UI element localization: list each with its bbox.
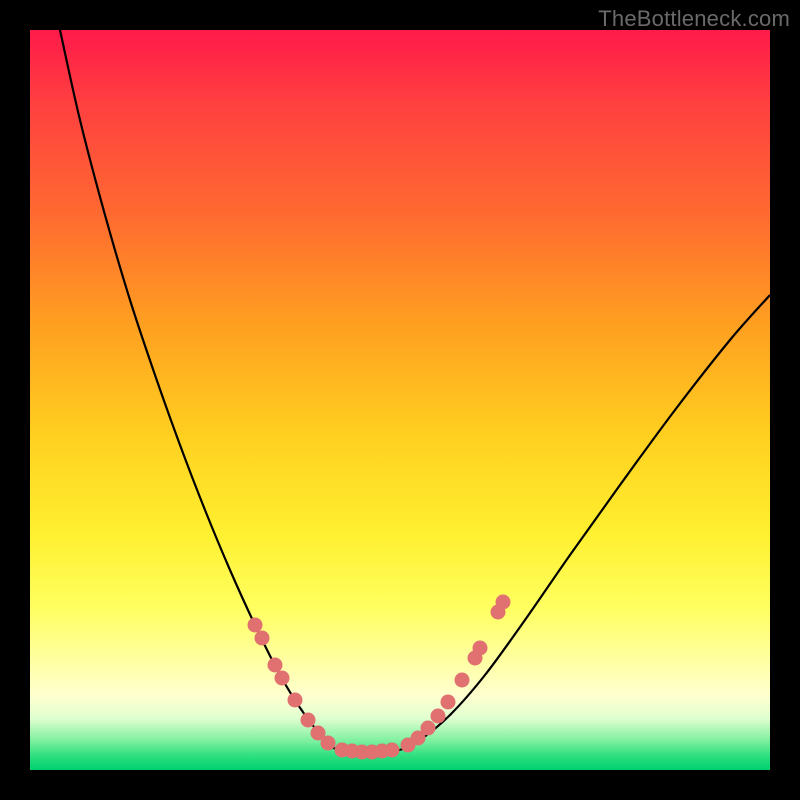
data-dot (385, 743, 400, 758)
data-dot (321, 736, 336, 751)
curve-left (60, 30, 340, 750)
watermark-text: TheBottleneck.com (598, 6, 790, 32)
data-dot (248, 618, 263, 633)
data-dot (301, 713, 316, 728)
chart-frame: TheBottleneck.com (0, 0, 800, 800)
data-dot (255, 631, 270, 646)
data-dot (431, 709, 446, 724)
data-dot (455, 673, 470, 688)
curve-svg (30, 30, 770, 770)
plot-area (30, 30, 770, 770)
data-dot (268, 658, 283, 673)
data-dot (496, 595, 511, 610)
data-dot (441, 695, 456, 710)
data-dot (421, 721, 436, 736)
data-dot (288, 693, 303, 708)
data-dot (473, 641, 488, 656)
data-dots (248, 595, 511, 760)
data-dot (275, 671, 290, 686)
